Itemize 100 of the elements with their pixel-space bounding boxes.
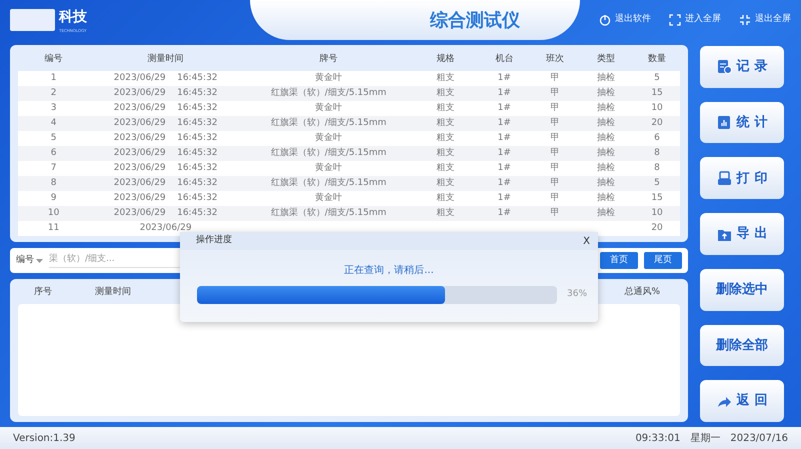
shrink-action-button[interactable]: 退出全屏: [739, 13, 791, 27]
table-cell: 11: [18, 221, 90, 236]
side-button[interactable]: 记 录: [700, 46, 784, 88]
table-cell: 7: [18, 161, 90, 176]
table-cell: 2023/06/29 16:45:32: [89, 101, 242, 116]
table-cell: 甲: [532, 116, 578, 131]
side-button[interactable]: 删除选中: [700, 268, 784, 311]
column-header: 序号: [33, 286, 53, 300]
table-cell: 粗支: [415, 116, 476, 131]
table-cell: 甲: [532, 71, 578, 86]
table-cell: 5: [18, 131, 90, 146]
dialog-title: 操作进度: [196, 234, 232, 248]
table-cell: 甲: [532, 146, 578, 161]
table-cell: 黄金叶: [242, 131, 416, 146]
table-cell: 20: [634, 221, 680, 236]
table-cell: 粗支: [415, 146, 476, 161]
table-cell: 抽检: [578, 146, 634, 161]
chart-document-icon: [716, 115, 732, 130]
table-cell: 黄金叶: [242, 101, 416, 116]
column-header: 牌号: [242, 48, 416, 71]
power-action-button[interactable]: 退出软件: [599, 13, 651, 27]
table-cell: 粗支: [415, 101, 476, 116]
table-cell: 1#: [476, 206, 532, 221]
side-button[interactable]: 统 计: [700, 102, 784, 144]
table-cell: 1#: [476, 71, 532, 86]
table-cell: 2023/06/29: [89, 221, 242, 236]
table-cell: 抽检: [578, 131, 634, 146]
table-cell: 2023/06/29 16:45:32: [89, 116, 242, 131]
table-cell: 粗支: [415, 131, 476, 146]
side-button[interactable]: 删除全部: [700, 324, 784, 366]
close-button[interactable]: X: [583, 234, 590, 248]
table-cell: 20: [634, 116, 680, 131]
side-button[interactable]: 返 回: [700, 380, 784, 422]
progress-percent: 36%: [567, 288, 588, 302]
app-title: 综合测试仪: [430, 8, 520, 32]
table-cell: 抽检: [578, 161, 634, 176]
column-header: 班次: [532, 48, 578, 71]
table-cell: 2023/06/29 16:45:32: [89, 191, 242, 206]
table-cell: 4: [18, 116, 90, 131]
table-cell: 抽检: [578, 176, 634, 191]
table-cell: 抽检: [578, 116, 634, 131]
table-cell: 抽检: [578, 101, 634, 116]
table-cell: 甲: [532, 161, 578, 176]
table-cell: 15: [634, 191, 680, 206]
table-cell: 3: [18, 101, 90, 116]
date-label: 2023/07/16: [730, 432, 788, 446]
table-cell: 8: [18, 176, 90, 191]
side-button[interactable]: 打 印: [700, 157, 784, 200]
version-label: Version:1.39: [13, 432, 76, 446]
table-cell: 黄金叶: [242, 191, 416, 206]
table-cell: 9: [18, 191, 90, 206]
table-cell: 15: [634, 86, 680, 101]
table-cell: 抽检: [578, 191, 634, 206]
table-cell: 5: [634, 71, 680, 86]
clock-time: 09:33:01: [635, 432, 680, 446]
table-cell: 2023/06/29 16:45:32: [89, 131, 242, 146]
table-cell: 红旗渠（软）/细支/5.15mm: [242, 86, 416, 101]
column-header: 总通风%: [624, 286, 660, 300]
table-cell: 红旗渠（软）/细支/5.15mm: [242, 146, 416, 161]
table-cell: 抽检: [578, 86, 634, 101]
page-button[interactable]: 尾页: [644, 252, 682, 270]
table-cell: 6: [18, 146, 90, 161]
table-cell: 1#: [476, 161, 532, 176]
table-cell: 1#: [476, 146, 532, 161]
brand-name: 科技: [59, 8, 87, 26]
table-cell: 2023/06/29 16:45:32: [89, 86, 242, 101]
side-button[interactable]: 导 出: [700, 213, 784, 255]
table-cell: 2023/06/29 16:45:32: [89, 176, 242, 191]
table-cell: 1: [18, 71, 90, 86]
table-cell: 抽检: [578, 71, 634, 86]
column-header: 数量: [634, 48, 680, 71]
table-cell: 2023/06/29 16:45:32: [89, 161, 242, 176]
column-header: 机台: [476, 48, 532, 71]
table-cell: 1#: [476, 176, 532, 191]
table-cell: 1#: [476, 116, 532, 131]
table-cell: 粗支: [415, 161, 476, 176]
table-cell: 红旗渠（软）/细支/5.15mm: [242, 176, 416, 191]
field-dropdown[interactable]: 编号: [16, 254, 43, 268]
table-cell: 甲: [532, 101, 578, 116]
table-cell: 2023/06/29 16:45:32: [89, 146, 242, 161]
column-header: 测量时间: [94, 286, 132, 300]
column-header: 规格: [415, 48, 476, 71]
logo-block: [10, 9, 55, 31]
column-header: 测量时间: [89, 48, 242, 71]
table-cell: 甲: [532, 206, 578, 221]
table-cell: 红旗渠（软）/细支/5.15mm: [242, 116, 416, 131]
table-cell: 2023/06/29 16:45:32: [89, 206, 242, 221]
expand-action-button[interactable]: 进入全屏: [669, 13, 721, 27]
collapse-icon: [739, 14, 751, 26]
table-cell: 1#: [476, 101, 532, 116]
status-message: 正在查询，请稍后...: [344, 265, 434, 276]
table-cell: 10: [634, 206, 680, 221]
table-cell: 甲: [532, 176, 578, 191]
document-icon: [716, 59, 732, 74]
table-cell: 抽检: [578, 206, 634, 221]
table-cell: 10: [634, 101, 680, 116]
table-cell: 8: [634, 146, 680, 161]
power-icon: [599, 14, 611, 26]
table-cell: 粗支: [415, 71, 476, 86]
page-button[interactable]: 首页: [600, 252, 638, 270]
